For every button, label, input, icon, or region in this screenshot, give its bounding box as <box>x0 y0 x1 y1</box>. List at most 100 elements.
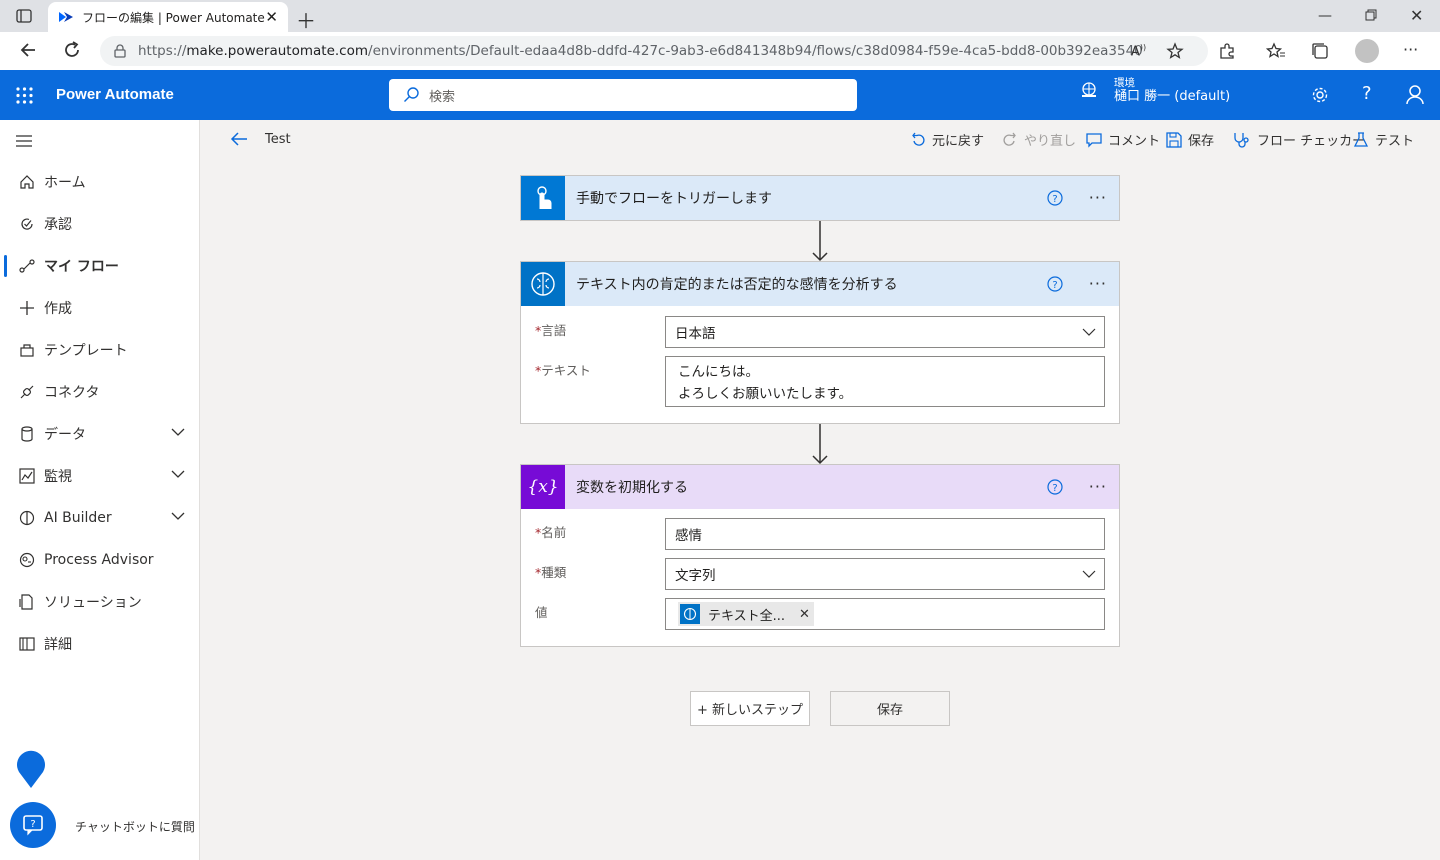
test-button[interactable]: テスト <box>1353 130 1414 149</box>
trigger-title: 手動でフローをトリガーします <box>576 191 772 207</box>
new-tab-button[interactable]: ＋ <box>296 5 316 34</box>
nav-item-approvals[interactable]: 承認 <box>0 203 199 245</box>
value-row: 値 テキスト全... ✕ <box>521 598 1119 638</box>
restore-window-button[interactable] <box>1364 8 1378 22</box>
nav-item-home[interactable]: ホーム <box>0 161 199 203</box>
nav-label: 承認 <box>44 217 72 233</box>
help-icon[interactable]: ? <box>1362 83 1372 104</box>
profile-avatar[interactable] <box>1355 39 1379 63</box>
sentiment-card-header[interactable]: テキスト内の肯定的または否定的な感情を分析する ? ··· <box>521 262 1119 306</box>
comment-button[interactable]: コメント <box>1086 130 1160 149</box>
plus-icon <box>18 299 36 317</box>
language-label: *言語 <box>535 323 567 338</box>
chevron-down-icon[interactable] <box>171 427 185 437</box>
nav-item-my-flows[interactable]: マイ フロー <box>0 245 199 287</box>
more-options-icon[interactable]: ··· <box>1089 477 1107 496</box>
nav-item-solutions[interactable]: ソリューション <box>0 581 199 623</box>
add-favorite-icon[interactable] <box>1166 42 1186 60</box>
nav-item-data[interactable]: データ <box>0 413 199 455</box>
variable-type-select[interactable]: 文字列 <box>665 558 1105 590</box>
remove-token-icon[interactable]: ✕ <box>799 607 810 622</box>
selected-indicator <box>4 255 7 277</box>
chatbot-button[interactable]: ? <box>10 802 56 848</box>
save-label: 保存 <box>1188 134 1215 149</box>
left-navigation: ホーム 承認 マイ フロー 作成 テンプレート コネクタ データ 監視 AI B… <box>0 120 200 860</box>
extensions-icon[interactable] <box>1218 42 1236 60</box>
flow-checker-icon <box>1233 131 1251 149</box>
value-label: 値 <box>535 605 548 620</box>
nav-item-templates[interactable]: テンプレート <box>0 329 199 371</box>
redo-button[interactable]: やり直し <box>1002 130 1076 149</box>
help-circle-icon[interactable]: ? <box>1047 479 1063 495</box>
text-row: *テキスト こんにちは。 よろしくお願いいたします。 <box>521 356 1119 416</box>
read-aloud-icon[interactable]: A)) <box>1131 43 1146 59</box>
text-line-1: こんにちは。 <box>678 364 759 380</box>
more-options-icon[interactable]: ··· <box>1089 188 1107 207</box>
url-host: make.powerautomate.com <box>186 43 369 59</box>
help-circle-icon[interactable]: ? <box>1047 190 1063 206</box>
trigger-card[interactable]: 手動でフローをトリガーします ? ··· <box>520 175 1120 221</box>
flow-checker-button[interactable]: フロー チェッカー <box>1233 130 1365 149</box>
language-select[interactable]: 日本語 <box>665 316 1105 348</box>
nav-item-learn[interactable]: 詳細 <box>0 623 199 665</box>
search-input[interactable]: 検索 <box>389 79 857 111</box>
save-command-button[interactable]: 保存 <box>1166 130 1214 149</box>
nav-item-create[interactable]: 作成 <box>0 287 199 329</box>
power-automate-tab-icon <box>58 11 74 23</box>
new-step-button[interactable]: + 新しいステップ <box>690 691 810 726</box>
more-options-icon[interactable]: ··· <box>1089 274 1107 293</box>
initialize-variable-card[interactable]: {x} 変数を初期化する ? ··· *名前 感情 *種類 文字列 値 テキスト… <box>520 464 1120 647</box>
nav-item-ai-builder[interactable]: AI Builder <box>0 497 199 539</box>
approvals-icon <box>18 215 36 233</box>
minimize-window-button[interactable]: — <box>1318 8 1332 24</box>
account-icon[interactable] <box>1406 85 1424 105</box>
settings-gear-icon[interactable] <box>1311 86 1329 104</box>
variable-card-header[interactable]: {x} 変数を初期化する ? ··· <box>521 465 1119 509</box>
tab-actions-icon[interactable] <box>16 9 32 23</box>
text-input[interactable]: こんにちは。 よろしくお願いいたします。 <box>665 356 1105 407</box>
name-label: *名前 <box>535 525 567 540</box>
url-prefix: https:// <box>138 43 187 59</box>
home-icon <box>18 173 36 191</box>
chevron-down-icon[interactable] <box>171 511 185 521</box>
redo-label: やり直し <box>1024 134 1077 149</box>
app-launcher-icon[interactable] <box>16 87 33 104</box>
browser-menu-icon[interactable]: ··· <box>1403 40 1418 59</box>
app-title[interactable]: Power Automate <box>56 86 174 103</box>
hamburger-menu-icon[interactable] <box>16 135 32 147</box>
nav-item-process-advisor[interactable]: Process Advisor <box>0 539 199 581</box>
browser-tab[interactable]: フローの編集 | Power Automate ✕ <box>48 2 288 32</box>
back-arrow-icon[interactable] <box>230 131 248 147</box>
language-value: 日本語 <box>675 326 716 342</box>
nav-label: AI Builder <box>44 510 112 526</box>
save-icon <box>1166 131 1182 148</box>
nav-label: ソリューション <box>44 595 142 611</box>
solutions-icon <box>18 593 36 611</box>
dynamic-content-token[interactable]: テキスト全... ✕ <box>678 602 814 626</box>
back-icon[interactable] <box>18 40 38 60</box>
feedback-marker-icon[interactable] <box>15 750 47 790</box>
variable-value-input[interactable]: テキスト全... ✕ <box>665 598 1105 630</box>
refresh-icon[interactable] <box>62 40 82 60</box>
environment-picker[interactable]: 環境 樋口 勝一 (default) <box>1080 76 1230 104</box>
close-window-button[interactable]: ✕ <box>1410 6 1423 25</box>
variable-type-value: 文字列 <box>675 568 716 584</box>
nav-item-connectors[interactable]: コネクタ <box>0 371 199 413</box>
sentiment-analysis-card[interactable]: テキスト内の肯定的または否定的な感情を分析する ? ··· *言語 日本語 *テ… <box>520 261 1120 424</box>
nav-label: 監視 <box>44 469 72 485</box>
tab-title: フローの編集 | Power Automate <box>82 10 265 25</box>
chatbot-label[interactable]: チャットボットに質問 <box>75 818 195 835</box>
variable-name-input[interactable]: 感情 <box>665 518 1105 550</box>
learn-icon <box>18 635 36 653</box>
help-circle-icon[interactable]: ? <box>1047 276 1063 292</box>
collections-icon[interactable] <box>1311 42 1329 60</box>
save-flow-button[interactable]: 保存 <box>830 691 950 726</box>
favorites-icon[interactable] <box>1266 42 1286 60</box>
nav-label: 作成 <box>44 301 72 317</box>
nav-item-monitor[interactable]: 監視 <box>0 455 199 497</box>
address-bar[interactable]: https://make.powerautomate.com/environme… <box>100 36 1208 66</box>
chevron-down-icon[interactable] <box>171 469 185 479</box>
close-tab-icon[interactable]: ✕ <box>265 8 278 26</box>
trigger-card-header[interactable]: 手動でフローをトリガーします ? ··· <box>521 176 1119 220</box>
undo-button[interactable]: 元に戻す <box>910 130 984 149</box>
